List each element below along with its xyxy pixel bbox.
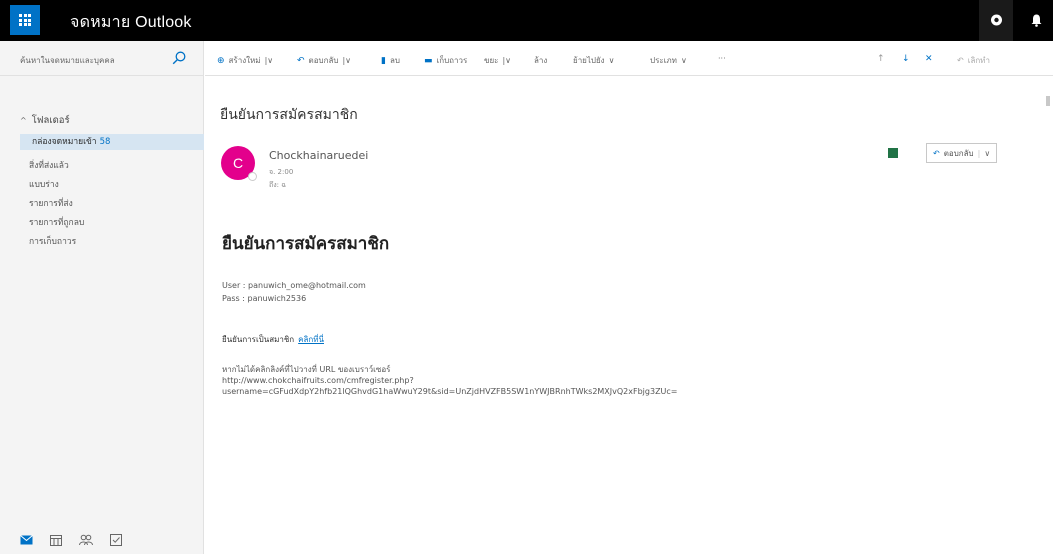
arrow-up-icon: ↑ [877, 54, 885, 64]
mail-icon[interactable] [19, 533, 33, 547]
undo-label: เลิกทำ [967, 56, 990, 65]
close-icon: ✕ [925, 54, 933, 64]
excel-icon[interactable] [888, 148, 898, 158]
sender-name[interactable]: Chockhainaruedei [269, 149, 368, 162]
message-subject: ยืนยันการสมัครสมาชิก [220, 107, 358, 123]
confirm-link[interactable]: คลิกที่นี่ [298, 335, 324, 344]
command-bar: ⊕ สร้างใหม่ |∨ ↶ ตอบกลับ |∨ ▮ ลบ ▬ เก็บถาวร ขย… [205, 41, 1053, 76]
junk-label: ขยะ [484, 56, 499, 65]
bell-icon [1031, 14, 1041, 27]
reply-all-label: ตอบกลับ [308, 56, 339, 65]
categories-button[interactable]: ประเภท ∨ [650, 54, 687, 67]
presence-indicator [248, 172, 257, 181]
chevron-down-icon[interactable]: ∨ [984, 149, 990, 158]
reply-icon: ↶ [297, 55, 305, 66]
new-label: สร้างใหม่ [228, 56, 261, 65]
sweep-label: ล้าง [534, 56, 548, 65]
archive-label: เก็บถาวร [436, 56, 468, 65]
chat-icon [990, 14, 1002, 26]
reading-pane: ยืนยันการสมัครสมาชิก C Chockhainaruedei … [205, 76, 1053, 554]
folder-inbox[interactable]: กล่องจดหมายเข้า 58 [20, 134, 204, 150]
folder-item[interactable]: การเก็บถาวร [29, 234, 76, 248]
navigation-pane: ค้นหาในจดหมายและบุคคล ^ โฟลเดอร์ กล่องจด… [0, 41, 204, 554]
delete-button[interactable]: ▮ ลบ [381, 54, 400, 67]
tasks-icon[interactable] [109, 533, 123, 547]
reply-icon: ↶ [933, 148, 940, 158]
chevron-up-icon: ^ [20, 116, 27, 125]
chevron-down-icon: ∨ [608, 56, 615, 65]
archive-icon: ▬ [424, 55, 433, 66]
delete-label: ลบ [389, 56, 400, 65]
calendar-icon[interactable] [49, 533, 63, 547]
reply-all-button[interactable]: ↶ ตอบกลับ |∨ [297, 54, 351, 67]
sweep-button[interactable]: ล้าง [534, 54, 547, 67]
search-box[interactable]: ค้นหาในจดหมายและบุคคล [0, 41, 204, 76]
module-switcher [0, 526, 204, 554]
chevron-down-icon: |∨ [342, 56, 352, 65]
instruction-text: หากไม่ได้คลิกลิงค์ที่ไปวางที่ URL ของเบร… [222, 365, 391, 374]
move-to-label: ย้ายไปยัง [573, 56, 605, 65]
url-line[interactable]: username=cGFudXdpY2hfb21lQGhvdG1haWwuY29… [222, 386, 678, 397]
next-message-button[interactable]: ↓ [902, 54, 910, 64]
people-icon[interactable] [79, 533, 93, 547]
folder-item[interactable]: แบบร่าง [29, 177, 59, 191]
undo-icon: ↶ [957, 56, 964, 65]
url-line[interactable]: http://www.chokchaifruits.com/cmfregiste… [222, 375, 678, 386]
more-button[interactable]: ··· [718, 54, 726, 63]
unread-count: 58 [99, 137, 111, 147]
separator: | [977, 148, 981, 158]
move-to-button[interactable]: ย้ายไปยัง ∨ [573, 54, 614, 67]
folder-item[interactable]: รายการที่ถูกลบ [29, 215, 84, 229]
reply-label: ตอบกลับ [943, 148, 974, 158]
instruction-block: หากไม่ได้คลิกลิงค์ที่ไปวางที่ URL ของเบร… [222, 364, 678, 397]
trash-icon: ▮ [381, 55, 386, 66]
app-launcher-button[interactable] [10, 5, 40, 35]
previous-message-button[interactable]: ↑ [877, 54, 885, 64]
body-heading: ยืนยันการสมัครสมาชิก [222, 234, 390, 254]
app-title[interactable]: จดหมาย Outlook [70, 10, 192, 35]
archive-button[interactable]: ▬ เก็บถาวร [424, 54, 467, 67]
chevron-down-icon: |∨ [502, 56, 512, 65]
close-message-button[interactable]: ✕ [925, 54, 933, 64]
arrow-down-icon: ↓ [902, 54, 910, 64]
search-input[interactable]: ค้นหาในจดหมายและบุคคล [20, 54, 115, 67]
folder-item[interactable]: รายการที่ส่ง [29, 196, 73, 210]
folders-heading: โฟลเดอร์ [31, 115, 70, 126]
confirm-label: ยืนยันการเป็นสมาชิก [222, 335, 295, 344]
pass-line: Pass : panuwich2536 [222, 294, 307, 303]
sent-time: จ. 2:00 [269, 168, 294, 176]
categories-label: ประเภท [650, 56, 677, 65]
confirm-line: ยืนยันการเป็นสมาชิก คลิกที่นี่ [222, 333, 324, 346]
more-label: ··· [718, 54, 726, 63]
folder-item[interactable]: สิ่งที่ส่งแล้ว [29, 158, 69, 172]
search-icon[interactable] [172, 51, 186, 65]
scrollbar[interactable] [1046, 96, 1050, 106]
undo-button[interactable]: ↶ เลิกทำ [957, 54, 990, 67]
chevron-down-icon: ∨ [680, 56, 687, 65]
skype-button[interactable] [979, 0, 1013, 41]
notifications-button[interactable] [1019, 0, 1053, 41]
reply-button[interactable]: ↶ ตอบกลับ | ∨ [926, 143, 998, 163]
folders-header[interactable]: ^ โฟลเดอร์ [20, 113, 70, 128]
junk-button[interactable]: ขยะ |∨ [484, 54, 511, 67]
new-button[interactable]: ⊕ สร้างใหม่ |∨ [217, 54, 273, 67]
top-bar: จดหมาย Outlook [0, 0, 1053, 41]
plus-circle-icon: ⊕ [217, 55, 225, 66]
recipients[interactable]: ถึง: ฉ [269, 180, 286, 191]
folder-inbox-label: กล่องจดหมายเข้า [32, 137, 97, 147]
chevron-down-icon: |∨ [264, 56, 274, 65]
waffle-icon [19, 14, 31, 26]
user-line: User : panuwich_ome@hotmail.com [222, 281, 366, 290]
